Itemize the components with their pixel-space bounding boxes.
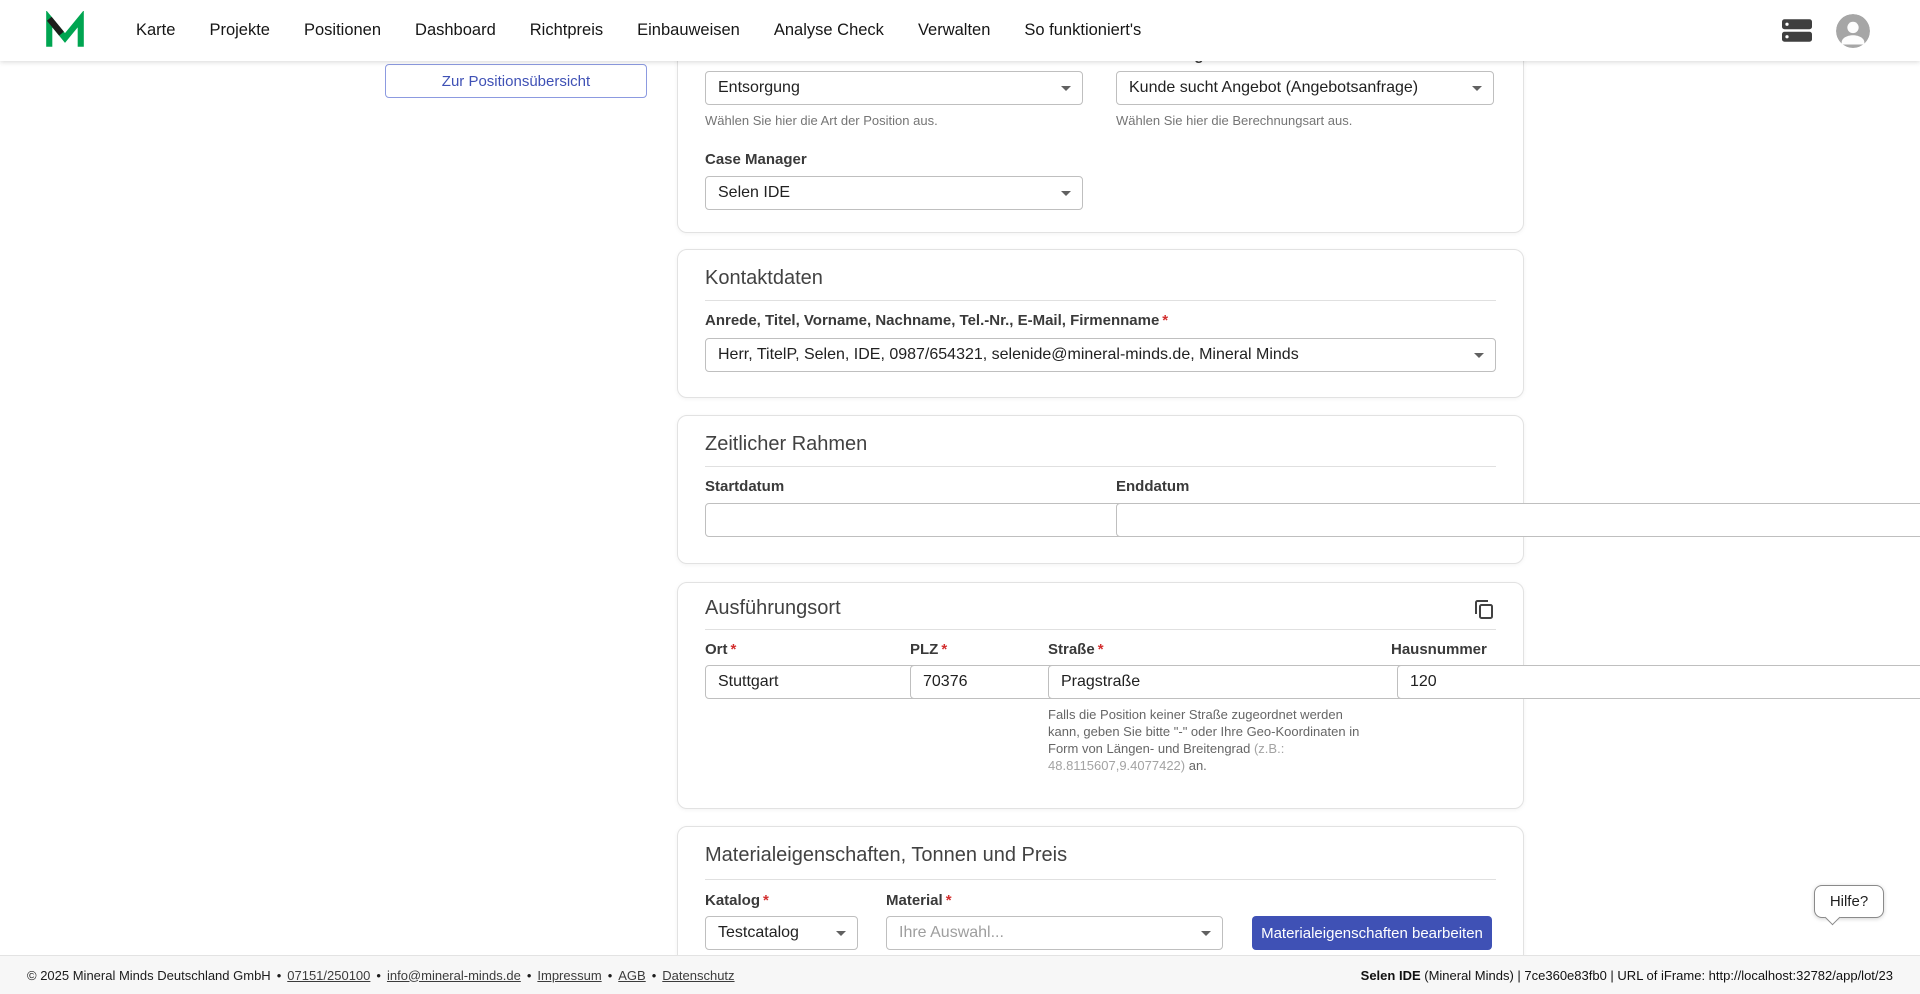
- footer-user-name: Selen IDE: [1361, 968, 1421, 983]
- material-label-text: Material: [886, 892, 943, 909]
- katalog-select[interactable]: Testcatalog: [705, 916, 858, 950]
- hausnummer-label: Hausnummer: [1391, 641, 1487, 658]
- nav-icons: [1782, 14, 1870, 48]
- separator: •: [376, 968, 381, 983]
- card-ausfuehrungsort: Ausführungsort Ort* PLZ* Straße* Hausnum…: [677, 582, 1524, 809]
- zeitlicher-rahmen-title: Zeitlicher Rahmen: [705, 433, 867, 456]
- position-type-helper: Wählen Sie hier die Art der Position aus…: [705, 113, 938, 128]
- ort-label-text: Ort: [705, 641, 728, 658]
- required-mark: *: [1098, 641, 1104, 658]
- chevron-down-icon: [836, 931, 846, 936]
- startdatum-label: Startdatum: [705, 478, 784, 495]
- material-select[interactable]: Ihre Auswahl...: [886, 916, 1223, 950]
- nav-item-karte[interactable]: Karte: [136, 21, 175, 40]
- datenschutz-link[interactable]: Datenschutz: [662, 968, 734, 983]
- phone-link[interactable]: 07151/250100: [287, 968, 370, 983]
- street-hint-main: Falls die Position keiner Straße zugeord…: [1048, 707, 1359, 756]
- required-mark: *: [1162, 312, 1168, 329]
- edit-material-properties-button[interactable]: Materialeigenschaften bearbeiten: [1252, 916, 1492, 950]
- position-type-value: Entsorgung: [718, 79, 800, 97]
- contact-select[interactable]: Herr, TitelP, Selen, IDE, 0987/654321, s…: [705, 338, 1496, 372]
- divider: [705, 879, 1496, 880]
- nav-item-einbauweisen[interactable]: Einbauweisen: [637, 21, 740, 40]
- help-button-label: Hilfe?: [1830, 893, 1868, 910]
- card-kontaktdaten: Kontaktdaten Anrede, Titel, Vorname, Nac…: [677, 249, 1524, 398]
- separator: •: [277, 968, 282, 983]
- user-avatar[interactable]: [1836, 14, 1870, 48]
- chevron-down-icon: [1061, 191, 1071, 196]
- footer: © 2025 Mineral Minds Deutschland GmbH • …: [0, 955, 1920, 994]
- agb-link[interactable]: AGB: [618, 968, 645, 983]
- enddatum-label: Enddatum: [1116, 478, 1189, 495]
- material-label: Material*: [886, 892, 952, 909]
- kontaktdaten-title: Kontaktdaten: [705, 267, 823, 290]
- separator: •: [527, 968, 532, 983]
- page: Art Berechnungsart Entsorgung Kunde such…: [0, 0, 1920, 994]
- top-navbar: Karte Projekte Positionen Dashboard Rich…: [0, 0, 1920, 61]
- calculation-type-select[interactable]: Kunde sucht Angebot (Angebotsanfrage): [1116, 71, 1494, 105]
- contact-label: Anrede, Titel, Vorname, Nachname, Tel.-N…: [705, 312, 1168, 329]
- impressum-link[interactable]: Impressum: [537, 968, 601, 983]
- divider: [705, 629, 1496, 630]
- nav-item-positionen[interactable]: Positionen: [304, 21, 381, 40]
- calculation-type-helper: Wählen Sie hier die Berechnungsart aus.: [1116, 113, 1352, 128]
- case-manager-label: Case Manager: [705, 151, 807, 168]
- nav-item-verwalten[interactable]: Verwalten: [918, 21, 990, 40]
- calculation-type-value: Kunde sucht Angebot (Angebotsanfrage): [1129, 79, 1418, 97]
- case-manager-value: Selen IDE: [718, 184, 790, 202]
- ort-label: Ort*: [705, 641, 736, 658]
- card-zeitlicher-rahmen: Zeitlicher Rahmen Startdatum Enddatum: [677, 415, 1524, 564]
- enddatum-input[interactable]: [1116, 503, 1920, 537]
- chevron-down-icon: [1201, 931, 1211, 936]
- case-manager-select[interactable]: Selen IDE: [705, 176, 1083, 210]
- material-placeholder: Ihre Auswahl...: [899, 924, 1004, 942]
- nav-item-so-funktionierts[interactable]: So funktioniert's: [1024, 21, 1141, 40]
- help-button[interactable]: Hilfe?: [1814, 885, 1884, 918]
- footer-session-info: Selen IDE (Mineral Minds) | 7ce360e83fb0…: [1361, 968, 1893, 983]
- strasse-label: Straße*: [1048, 641, 1104, 658]
- brand-logo[interactable]: [44, 11, 86, 51]
- chevron-down-icon: [1061, 86, 1071, 91]
- katalog-label: Katalog*: [705, 892, 769, 909]
- chevron-down-icon: [1472, 86, 1482, 91]
- required-mark: *: [731, 641, 737, 658]
- nav-item-analyse-check[interactable]: Analyse Check: [774, 21, 884, 40]
- nav-item-dashboard[interactable]: Dashboard: [415, 21, 496, 40]
- server-icon[interactable]: [1782, 18, 1812, 43]
- material-title: Materialeigenschaften, Tonnen und Preis: [705, 844, 1067, 867]
- nav-item-richtpreis[interactable]: Richtpreis: [530, 21, 603, 40]
- position-type-select[interactable]: Entsorgung: [705, 71, 1083, 105]
- footer-session-details: (Mineral Minds) | 7ce360e83fb0 | URL of …: [1421, 968, 1893, 983]
- copyright-text: © 2025 Mineral Minds Deutschland GmbH: [27, 968, 271, 983]
- katalog-label-text: Katalog: [705, 892, 760, 909]
- separator: •: [652, 968, 657, 983]
- hausnummer-input[interactable]: [1397, 665, 1920, 699]
- copy-icon[interactable]: [1472, 597, 1496, 621]
- divider: [705, 300, 1496, 301]
- separator: •: [608, 968, 613, 983]
- katalog-value: Testcatalog: [718, 924, 799, 942]
- required-mark: *: [946, 892, 952, 909]
- plz-label-text: PLZ: [910, 641, 938, 658]
- nav-item-projekte[interactable]: Projekte: [209, 21, 270, 40]
- required-mark: *: [941, 641, 947, 658]
- email-link[interactable]: info@mineral-minds.de: [387, 968, 521, 983]
- strasse-label-text: Straße: [1048, 641, 1095, 658]
- divider: [705, 466, 1496, 467]
- main-nav: Karte Projekte Positionen Dashboard Rich…: [136, 21, 1141, 40]
- contact-label-text: Anrede, Titel, Vorname, Nachname, Tel.-N…: [705, 312, 1159, 329]
- ausfuehrungsort-title: Ausführungsort: [705, 597, 841, 620]
- plz-label: PLZ*: [910, 641, 947, 658]
- required-mark: *: [763, 892, 769, 909]
- footer-left: © 2025 Mineral Minds Deutschland GmbH • …: [27, 968, 735, 983]
- contact-value: Herr, TitelP, Selen, IDE, 0987/654321, s…: [718, 346, 1299, 364]
- street-hint: Falls die Position keiner Straße zugeord…: [1048, 706, 1370, 774]
- street-hint-end: an.: [1185, 758, 1207, 773]
- chevron-down-icon: [1474, 353, 1484, 358]
- back-to-positions-button[interactable]: Zur Positionsübersicht: [385, 64, 647, 98]
